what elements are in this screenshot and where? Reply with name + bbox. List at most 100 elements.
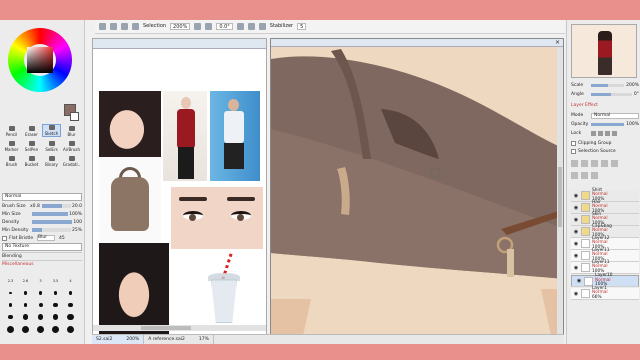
canvas-window-titlebar[interactable]: × [271,39,563,47]
tool-binary[interactable]: Binary [42,154,61,167]
brush-size-preset[interactable]: 3 [33,276,48,286]
clear-layer-icon[interactable] [601,160,608,167]
flat-bristle-blur-option[interactable]: Blur [37,235,55,241]
visibility-eye-icon[interactable]: ◉ [573,217,579,223]
tool-selpen[interactable]: SelPen [22,139,41,152]
min-size-slider[interactable] [32,212,69,216]
merge-down-icon[interactable] [571,172,578,179]
reference-window-titlebar[interactable] [93,39,266,49]
visibility-eye-icon[interactable]: ◉ [573,265,579,271]
tool-pencil[interactable]: Pencil [2,124,21,137]
rotation-field[interactable]: 0.0° [216,23,233,30]
tool-blur[interactable]: Blur [62,124,81,137]
opacity-row[interactable]: Opacity 100% [571,121,639,128]
visibility-eye-icon[interactable]: ◉ [573,193,579,199]
clipping-group-checkbox[interactable] [571,141,576,146]
zoom-field[interactable]: 200% [170,23,191,30]
brush-size-preset[interactable] [48,312,63,322]
brush-size-preset[interactable] [63,324,78,334]
brush-size-preset[interactable] [33,312,48,322]
rotate-left-icon[interactable] [236,23,244,30]
delete-layer-icon[interactable] [611,160,618,167]
navigator-thumbnail[interactable] [571,24,637,78]
brush-size-preset[interactable] [18,300,33,310]
visibility-eye-icon[interactable]: ◉ [573,291,579,297]
brush-size-preset[interactable] [48,288,63,298]
visibility-eye-icon[interactable]: ◉ [573,205,579,211]
nav-scale-row[interactable]: Scale 200% [571,82,639,89]
close-icon[interactable]: × [555,39,560,47]
document-tab[interactable]: A reference.sai2 17% [144,335,214,344]
drawing-canvas[interactable] [271,39,564,344]
min-density-row[interactable]: Min Density 25% [2,226,82,234]
brush-size-preset[interactable]: 2.3 [3,276,18,286]
brush-size-preset[interactable] [63,312,78,322]
opacity-slider[interactable] [591,123,625,126]
canvas-vertical-scrollbar[interactable] [557,47,563,343]
brush-size-row[interactable]: Brush Size x0.8 20.0 [2,202,82,210]
lock-opacity-icon[interactable] [612,131,617,136]
tool-eraser[interactable]: Eraser [22,124,41,137]
tool-brush[interactable]: Brush [2,154,21,167]
layer-item[interactable]: ◉ Layer1 Normal 66% [571,286,639,300]
visibility-eye-icon[interactable]: ◉ [573,253,579,259]
brush-size-preset[interactable] [63,300,78,310]
new-folder-icon[interactable] [581,160,588,167]
tool-sketch[interactable]: Sketch [42,124,61,137]
brush-size-preset[interactable] [18,312,33,322]
tool-selers[interactable]: SelErs [42,139,61,152]
flat-bristle-checkbox[interactable] [2,235,7,241]
tool-bucket[interactable]: Bucket [22,154,41,167]
layer-effect-section[interactable]: Layer Effect [571,102,639,109]
selection-source-row[interactable]: Selection Source [571,148,639,155]
brush-size-preset[interactable] [33,288,48,298]
min-density-slider[interactable] [32,228,71,232]
brush-size-preset[interactable] [48,324,63,334]
brush-size-preset[interactable]: 2.6 [18,276,33,286]
brush-size-preset[interactable]: 3.5 [48,276,63,286]
undo-icon[interactable] [99,23,106,30]
mode-row[interactable]: Mode Normal [571,112,639,119]
lock-move-icon[interactable] [598,131,603,136]
deselect-icon[interactable] [121,23,128,30]
brush-size-preset[interactable] [33,300,48,310]
merge-visible-icon[interactable] [581,172,588,179]
reference-horizontal-scrollbar[interactable] [93,325,266,331]
lock-pixel-icon[interactable] [591,131,596,136]
brush-size-preset[interactable] [3,288,18,298]
nav-angle-row[interactable]: Angle 0° [571,91,639,98]
copy-layer-icon[interactable] [591,160,598,167]
redo-icon[interactable] [110,23,117,30]
brush-size-preset[interactable] [3,312,18,322]
nav-scale-slider[interactable] [591,84,625,87]
background-color-swatch[interactable] [70,112,79,121]
brush-size-preset[interactable] [33,324,48,334]
tool-gradati[interactable]: Gradati.. [62,154,81,167]
density-slider[interactable] [32,220,73,224]
blend-mode-select[interactable]: Normal [2,193,82,201]
selection-source-checkbox[interactable] [571,149,576,154]
brush-size-preset[interactable] [3,300,18,310]
zoom-in-icon[interactable] [194,23,202,30]
visibility-eye-icon[interactable]: ◉ [573,241,579,247]
zoom-out-icon[interactable] [205,23,213,30]
reference-window[interactable] [92,38,267,344]
invert-selection-icon[interactable] [132,23,139,30]
nav-angle-slider[interactable] [591,93,632,96]
miscellaneous-section[interactable]: Miscellaneous [2,260,82,268]
visibility-eye-icon[interactable]: ◉ [576,278,582,284]
min-size-row[interactable]: Min Size 100% [2,210,82,218]
brush-size-preset[interactable] [3,324,18,334]
flat-bristle-row[interactable]: Flat Bristle Blur 45 [2,234,82,242]
blending-section[interactable]: Blending [2,252,82,260]
mode-select[interactable]: Normal [591,112,639,119]
document-tab[interactable]: S2.sai2 200% [92,335,145,344]
brush-size-preset[interactable] [18,288,33,298]
brush-size-preset[interactable] [18,324,33,334]
brush-size-preset[interactable] [48,300,63,310]
brush-size-slider[interactable] [41,204,71,208]
texture-select[interactable]: No Texture [2,243,82,251]
density-row[interactable]: Density 100 [2,218,82,226]
rotate-right-icon[interactable] [247,23,255,30]
flatten-icon[interactable] [591,172,598,179]
